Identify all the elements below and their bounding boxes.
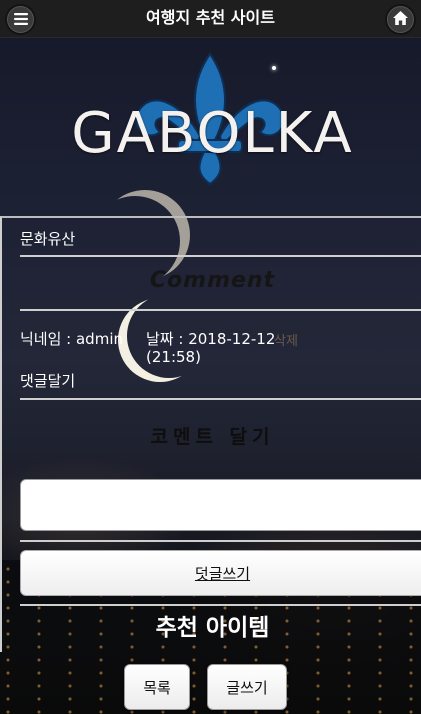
comment-input[interactable] [20,479,421,531]
list-button[interactable]: 목록 [124,664,190,710]
comment-time: (21:58) [146,348,201,366]
delete-link[interactable]: 삭제 [274,330,298,349]
page-title: 여행지 추천 사이트 [146,8,275,27]
divider [20,540,421,542]
divider [20,604,421,606]
divider [20,309,421,311]
menu-button[interactable] [7,6,34,33]
comment-author: 닉네임 : admin [20,330,123,348]
menu-icon [13,10,28,29]
recommend-heading: 추천 아이템 [155,615,270,641]
divider [20,255,421,257]
site-logo: GABOLKA [0,40,421,200]
comment-date: 날짜 : 2018-12-12 [146,330,276,348]
divider [20,398,421,400]
logo-text: GABOLKA [71,101,354,166]
comment-heading: Comment [149,268,276,293]
reply-link[interactable]: 댓글달기 [20,370,75,391]
write-button[interactable]: 글쓰기 [207,664,287,710]
post-panel: 문화유산 Comment 닉네임 : admin 날짜 : 2018-12-12… [0,216,421,652]
home-button[interactable] [387,6,414,33]
reply-heading: 코멘트 달기 [150,426,275,448]
submit-comment-button[interactable]: 덧글쓰기 [20,550,421,596]
category-label: 문화유산 [20,230,76,248]
home-icon [393,10,408,29]
app-header: 여행지 추천 사이트 [0,0,421,38]
